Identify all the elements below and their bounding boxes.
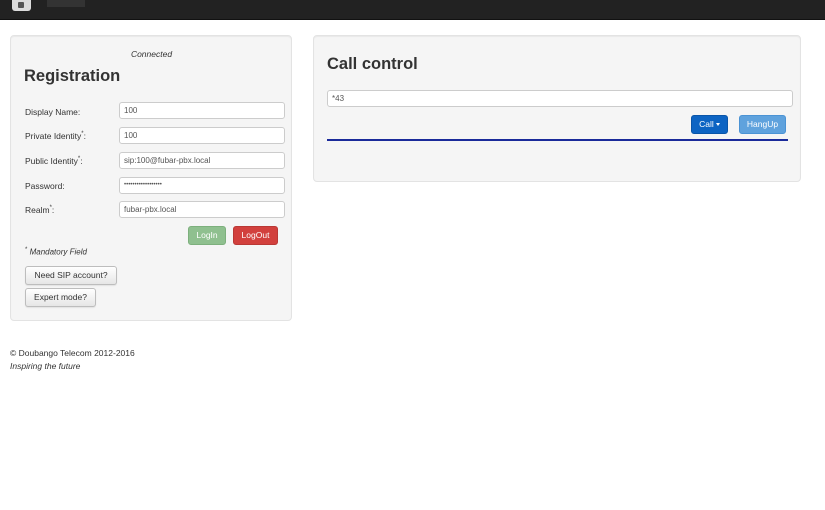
private-identity-input[interactable]: 100 [119,127,285,144]
password-label: Password: [25,181,65,191]
doubango-logo-icon[interactable] [12,0,31,11]
need-sip-account-button[interactable]: Need SIP account? [25,266,117,285]
display-name-input[interactable]: 100 [119,102,285,119]
registration-title: Registration [24,67,121,85]
mandatory-note: * Mandatory Field [25,247,87,257]
password-input[interactable]: •••••••••••••••••• [119,177,285,194]
public-identity-label: Public Identity*: [25,156,83,166]
call-divider [327,139,788,141]
logout-button[interactable]: LogOut [233,226,278,245]
footer-copyright: © Doubango Telecom 2012-2016 [10,348,135,358]
footer-tagline: Inspiring the future [10,361,81,371]
realm-label: Realm*: [25,205,55,215]
private-identity-label: Private Identity*: [25,131,86,141]
public-identity-input[interactable]: sip:100@fubar-pbx.local [119,152,285,169]
realm-input[interactable]: fubar-pbx.local [119,201,285,218]
login-button[interactable]: LogIn [188,226,226,245]
call-control-title: Call control [327,55,418,73]
connection-status: Connected [130,49,173,59]
hangup-button[interactable]: HangUp [739,115,786,134]
expert-mode-button[interactable]: Expert mode? [25,288,96,307]
caret-down-icon [715,123,720,127]
display-name-label: Display Name: [25,107,81,117]
call-number-input[interactable]: *43 [327,90,793,107]
top-navbar [0,0,825,20]
navbar-brand[interactable] [47,0,85,7]
call-button[interactable]: Call [691,115,728,134]
